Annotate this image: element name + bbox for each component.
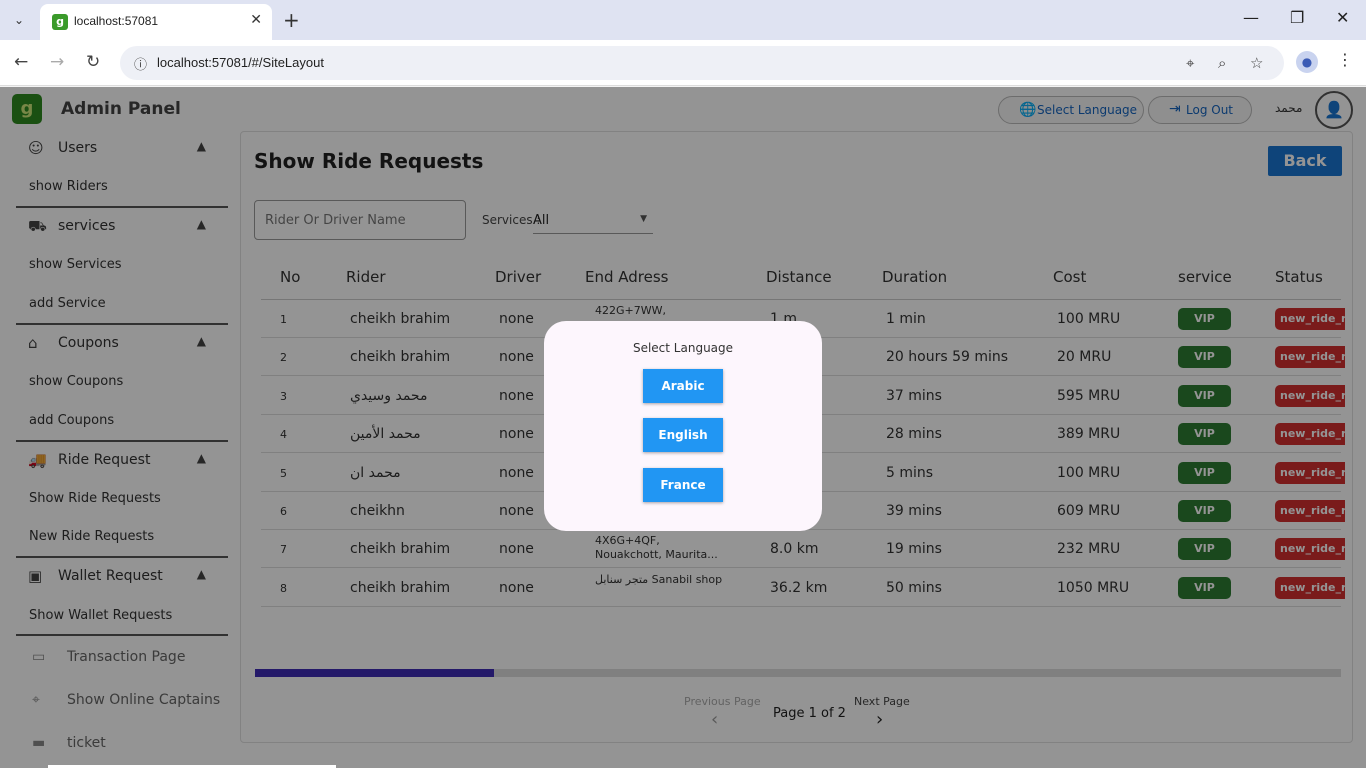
tab-title: localhost:57081 (74, 14, 159, 28)
reload-icon[interactable]: ↻ (86, 52, 100, 72)
back-arrow-icon[interactable]: ← (14, 52, 28, 72)
forward-arrow-icon[interactable]: → (50, 52, 64, 72)
restore-icon[interactable]: ❐ (1290, 8, 1304, 27)
select-language-dialog: Select Language Arabic English France (544, 321, 822, 531)
france-button[interactable]: France (643, 468, 723, 502)
english-button[interactable]: English (643, 418, 723, 452)
close-window-icon[interactable]: ✕ (1336, 8, 1349, 27)
url-text: localhost:57081/#/SiteLayout (157, 55, 324, 70)
zoom-icon[interactable]: ⌕ (1218, 54, 1226, 72)
new-tab-icon[interactable]: + (283, 8, 300, 32)
browser-tab-bar: ⌄ g localhost:57081 ✕ + — ❐ ✕ (0, 0, 1366, 40)
close-tab-icon[interactable]: ✕ (250, 12, 262, 28)
bookmark-star-icon[interactable]: ☆ (1250, 54, 1263, 72)
arabic-button[interactable]: Arabic (643, 369, 723, 403)
address-bar[interactable]: ⓘ localhost:57081/#/SiteLayout ⌖ ⌕ ☆ (120, 46, 1284, 80)
site-info-icon[interactable]: ⓘ (134, 54, 147, 73)
minimize-icon[interactable]: — (1243, 8, 1259, 27)
browser-tab[interactable]: g localhost:57081 ✕ (40, 4, 272, 40)
profile-icon[interactable]: ● (1296, 51, 1318, 73)
favicon-icon: g (52, 14, 68, 30)
location-icon[interactable]: ⌖ (1186, 54, 1194, 72)
browser-toolbar: ← → ↻ ⓘ localhost:57081/#/SiteLayout ⌖ ⌕… (0, 40, 1366, 86)
dialog-title: Select Language (632, 341, 734, 355)
tab-search-icon[interactable]: ⌄ (8, 9, 30, 31)
browser-menu-icon[interactable]: ⋮ (1337, 50, 1353, 69)
